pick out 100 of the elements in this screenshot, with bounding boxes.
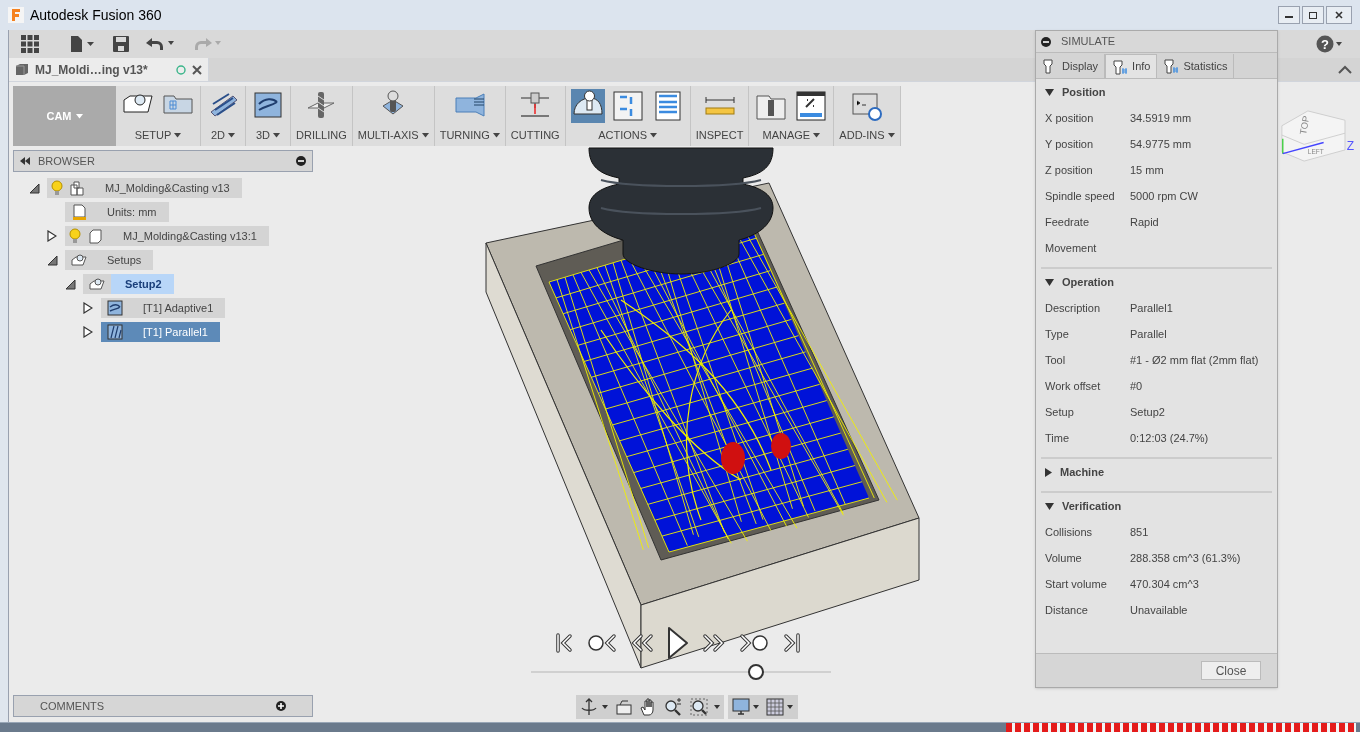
minus-circle-icon[interactable] bbox=[1041, 36, 1051, 47]
units-icon bbox=[71, 204, 87, 220]
expanded-arrow-icon[interactable] bbox=[47, 254, 58, 266]
tool-info-icon bbox=[1112, 58, 1129, 75]
field-label: Distance bbox=[1045, 602, 1089, 618]
browser-tree-item[interactable]: MJ_Molding&Casting v13:1 bbox=[65, 226, 269, 246]
section-title: Position bbox=[1062, 84, 1106, 100]
look-at-icon[interactable] bbox=[616, 699, 632, 715]
minimize-button[interactable] bbox=[1278, 6, 1300, 24]
field-label: Description bbox=[1045, 300, 1102, 316]
section-expanded-icon[interactable] bbox=[1045, 278, 1054, 286]
ribbon-group-button[interactable]: MULTI-AXIS bbox=[357, 126, 429, 144]
undo-icon[interactable] bbox=[145, 36, 175, 52]
ribbon-group-button[interactable]: ADD-INS bbox=[839, 126, 895, 144]
ribbon-group-button[interactable]: DRILLING bbox=[296, 126, 347, 144]
ribbon-group-button[interactable]: MANAGE bbox=[762, 126, 821, 144]
field-label: Setup bbox=[1045, 404, 1075, 420]
expanded-arrow-icon[interactable] bbox=[65, 278, 76, 290]
ribbon-group-button[interactable]: TURNING bbox=[439, 126, 500, 144]
skip-to-start-icon[interactable] bbox=[555, 633, 575, 653]
field-value: Parallel1 bbox=[1130, 300, 1173, 316]
tree-item-label: MJ_Molding&Casting v13:1 bbox=[122, 228, 258, 244]
app-logo-icon bbox=[8, 7, 24, 23]
panel-title: SIMULATE bbox=[1061, 34, 1116, 50]
collapsed-arrow-icon[interactable] bbox=[83, 326, 93, 338]
orbit-icon[interactable] bbox=[580, 698, 608, 716]
ribbon-group-button[interactable]: INSPECT bbox=[695, 126, 744, 144]
collapsed-arrow-icon[interactable] bbox=[83, 302, 93, 314]
comments-title: COMMENTS bbox=[40, 698, 105, 714]
tree-item-label: MJ_Molding&Casting v13 bbox=[104, 180, 231, 196]
file-menu-icon[interactable] bbox=[69, 36, 97, 52]
browser-tree-item[interactable]: Setups bbox=[65, 250, 154, 270]
ribbon-group-button[interactable]: CUTTING bbox=[510, 126, 560, 144]
step-back-icon[interactable] bbox=[629, 633, 655, 653]
ribbon-group-button[interactable]: SETUP bbox=[134, 126, 182, 144]
browser-tree-item[interactable]: [T1] Parallel1 bbox=[101, 322, 220, 342]
expanded-arrow-icon[interactable] bbox=[29, 182, 40, 194]
field-value: Unavailable bbox=[1130, 602, 1188, 618]
pan-hand-icon[interactable] bbox=[640, 698, 656, 716]
field-label: X position bbox=[1045, 110, 1095, 126]
collapse-icon[interactable] bbox=[1338, 64, 1352, 75]
tool-info-icon bbox=[1163, 58, 1180, 74]
field-label: Movement bbox=[1045, 240, 1098, 256]
browser-tree-item[interactable]: MJ_Molding&Casting v13 bbox=[47, 178, 242, 198]
skip-to-end-icon[interactable] bbox=[781, 633, 801, 653]
field-label: Y position bbox=[1045, 136, 1095, 152]
previous-marker-icon[interactable] bbox=[587, 633, 617, 653]
cube-icon bbox=[15, 63, 29, 76]
grid-icon[interactable] bbox=[766, 698, 794, 716]
close-button[interactable] bbox=[1326, 6, 1352, 24]
restore-button[interactable] bbox=[1302, 6, 1324, 24]
setup-icon bbox=[89, 276, 105, 292]
gcode-icon[interactable] bbox=[610, 89, 645, 123]
step-forward-icon[interactable] bbox=[701, 633, 727, 653]
ribbon-group-button[interactable]: 2D bbox=[210, 126, 236, 144]
display-settings-icon[interactable] bbox=[732, 698, 760, 716]
zoom-window-icon[interactable] bbox=[690, 698, 720, 716]
simulate-icon[interactable] bbox=[570, 89, 605, 123]
section-expanded-icon[interactable] bbox=[1045, 88, 1054, 96]
simulation-timeline-slider[interactable] bbox=[531, 664, 831, 680]
field-value: 0:12:03 (24.7%) bbox=[1130, 430, 1209, 446]
field-label: Spindle speed bbox=[1045, 188, 1116, 204]
apps-grid-icon[interactable] bbox=[21, 35, 39, 53]
tree-item-label: Setups bbox=[106, 252, 143, 268]
panel-tab[interactable]: Info bbox=[1105, 54, 1158, 78]
field-value: Setup2 bbox=[1130, 404, 1165, 420]
collapse-arrows-icon[interactable] bbox=[20, 157, 30, 165]
ribbon-group-button[interactable]: 3D bbox=[255, 126, 281, 144]
section-title: Machine bbox=[1060, 464, 1104, 480]
body-icon bbox=[87, 228, 103, 244]
setup-icon bbox=[71, 252, 87, 268]
caret-icon bbox=[75, 113, 83, 119]
browser-tree-item[interactable]: Setup2 bbox=[83, 274, 174, 294]
browser-tree-item[interactable]: Units: mm bbox=[65, 202, 169, 222]
browser-tree-item[interactable]: [T1] Adaptive1 bbox=[101, 298, 226, 318]
timeline-thumb[interactable] bbox=[748, 664, 764, 680]
section-collapsed-icon[interactable] bbox=[1045, 467, 1052, 477]
close-tab-icon[interactable] bbox=[192, 64, 202, 75]
window-title: Autodesk Fusion 360 bbox=[30, 5, 162, 25]
plus-circle-icon[interactable] bbox=[276, 701, 286, 711]
collapsed-arrow-icon[interactable] bbox=[47, 230, 57, 242]
tree-item-label: Units: mm bbox=[106, 204, 158, 220]
field-value: Parallel bbox=[1130, 326, 1167, 342]
document-tab[interactable]: MJ_Moldi…ing v13* bbox=[9, 58, 209, 81]
adaptive-icon bbox=[107, 300, 123, 316]
close-panel-button[interactable]: Close bbox=[1201, 661, 1261, 680]
ribbon-group-button[interactable]: ACTIONS bbox=[598, 126, 658, 144]
section-expanded-icon[interactable] bbox=[1045, 502, 1054, 510]
section-title: Verification bbox=[1062, 498, 1122, 514]
field-value: 288.358 cm^3 (61.3%) bbox=[1130, 550, 1241, 566]
field-label: Work offset bbox=[1045, 378, 1102, 394]
zoom-icon[interactable] bbox=[664, 698, 682, 716]
restore-icon bbox=[1308, 10, 1318, 20]
next-marker-icon[interactable] bbox=[739, 633, 769, 653]
save-icon[interactable] bbox=[113, 36, 129, 52]
field-value: #0 bbox=[1130, 378, 1143, 394]
field-value: 54.9775 mm bbox=[1130, 136, 1192, 152]
minus-circle-icon[interactable] bbox=[296, 156, 306, 166]
post-process-icon[interactable] bbox=[794, 89, 829, 123]
play-icon[interactable] bbox=[667, 626, 689, 660]
